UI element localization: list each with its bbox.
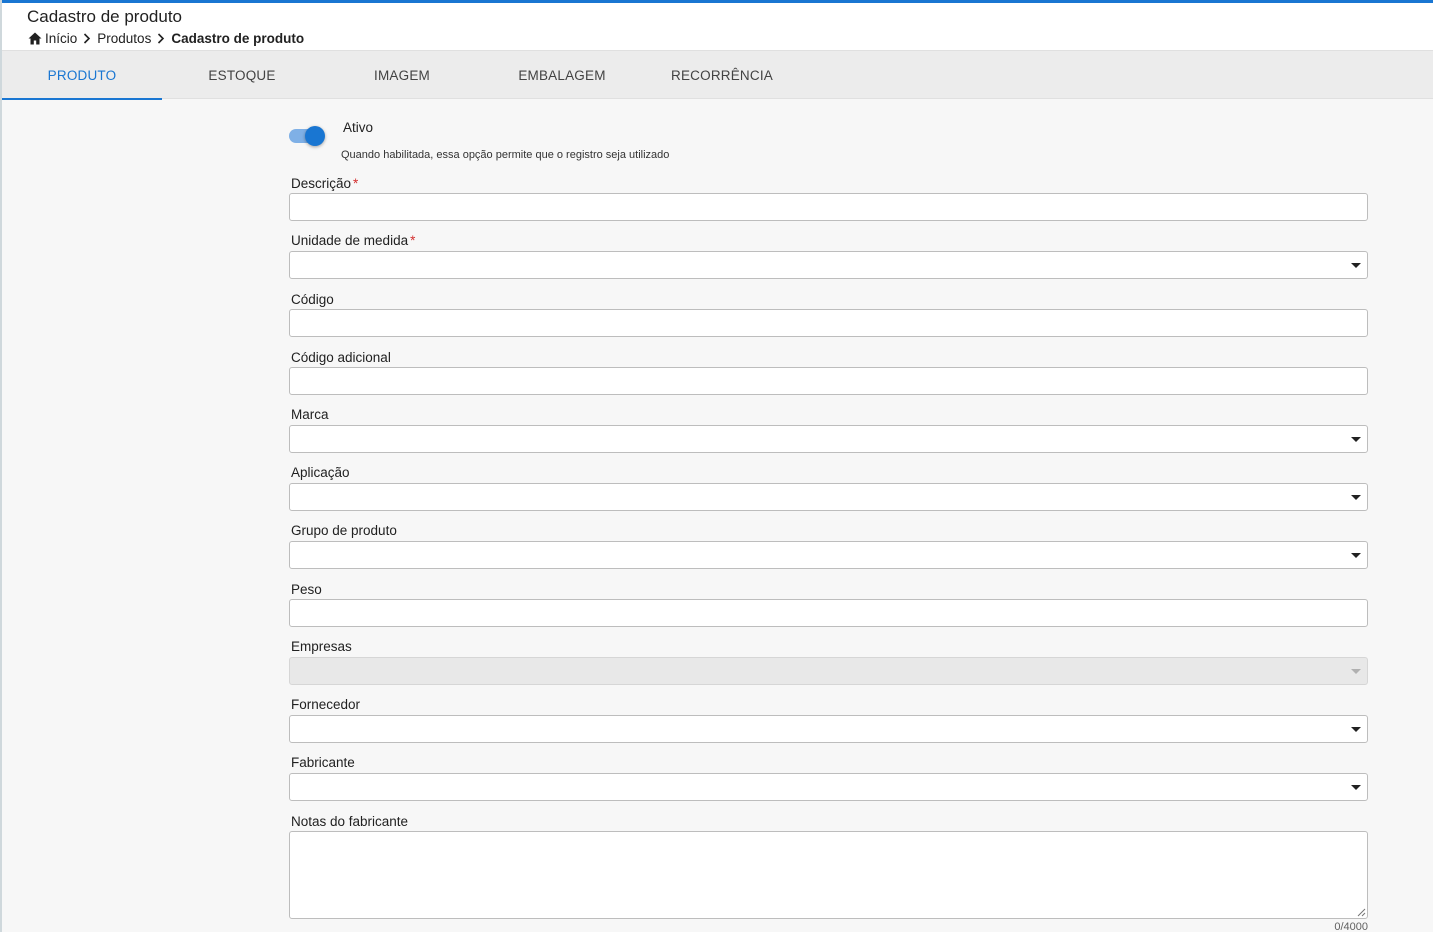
caret-down-icon (1351, 437, 1361, 442)
breadcrumb: Início Produtos Cadastro de produto (28, 31, 304, 46)
tab-produto[interactable]: PRODUTO (2, 51, 162, 100)
codigo-input[interactable] (289, 309, 1368, 337)
ativo-hint: Quando habilitada, essa opção permite qu… (341, 149, 670, 161)
required-marker: * (410, 233, 416, 248)
empresas-select (289, 657, 1368, 685)
marca-select[interactable] (289, 425, 1368, 453)
left-edge (0, 0, 2, 932)
breadcrumb-current: Cadastro de produto (171, 31, 305, 46)
caret-down-icon (1351, 553, 1361, 558)
empresas-label: Empresas (291, 639, 352, 654)
aplicacao-select[interactable] (289, 483, 1368, 511)
ativo-toggle[interactable] (289, 124, 327, 148)
caret-down-icon (1351, 669, 1361, 674)
fornecedor-label: Fornecedor (291, 697, 361, 712)
ativo-label: Ativo (343, 120, 374, 135)
chevron-right-icon (83, 33, 91, 44)
grupo-produto-label: Grupo de produto (291, 523, 397, 538)
caret-down-icon (1351, 727, 1361, 732)
caret-down-icon (1351, 263, 1361, 268)
notas-fabricante-label: Notas do fabricante (291, 814, 409, 829)
unidade-medida-select[interactable] (289, 251, 1368, 279)
tab-embalagem[interactable]: EMBALAGEM (482, 51, 642, 99)
resize-grip-icon[interactable] (1357, 908, 1366, 917)
char-counter: 0/4000 (1334, 921, 1368, 932)
marca-label: Marca (291, 407, 329, 422)
toggle-thumb (305, 126, 325, 146)
fabricante-label: Fabricante (291, 755, 355, 770)
descricao-input[interactable] (289, 193, 1368, 221)
required-marker: * (353, 176, 359, 191)
fabricante-select[interactable] (289, 773, 1368, 801)
tab-estoque[interactable]: ESTOQUE (162, 51, 322, 99)
tab-imagem[interactable]: IMAGEM (322, 51, 482, 99)
tab-recorrencia[interactable]: RECORRÊNCIA (642, 51, 802, 99)
notas-fabricante-textarea[interactable] (289, 831, 1368, 919)
home-icon[interactable] (28, 32, 42, 45)
descricao-label: Descrição * (291, 176, 359, 191)
codigo-adicional-input[interactable] (289, 367, 1368, 395)
page-title: Cadastro de produto (27, 7, 182, 26)
unidade-medida-label: Unidade de medida * (291, 233, 416, 248)
codigo-label: Código (291, 292, 334, 307)
page-header: Cadastro de produto Início Produtos Cada… (2, 3, 1433, 51)
peso-label: Peso (291, 582, 322, 597)
peso-input[interactable] (289, 599, 1368, 627)
breadcrumb-home[interactable]: Início (45, 31, 77, 46)
caret-down-icon (1351, 495, 1361, 500)
codigo-adicional-label: Código adicional (291, 350, 391, 365)
grupo-produto-select[interactable] (289, 541, 1368, 569)
tab-bar: PRODUTO ESTOQUE IMAGEM EMBALAGEM RECORRÊ… (2, 51, 1433, 100)
caret-down-icon (1351, 785, 1361, 790)
breadcrumb-produtos[interactable]: Produtos (97, 31, 151, 46)
aplicacao-label: Aplicação (291, 465, 350, 480)
chevron-right-icon (157, 33, 165, 44)
fornecedor-select[interactable] (289, 715, 1368, 743)
